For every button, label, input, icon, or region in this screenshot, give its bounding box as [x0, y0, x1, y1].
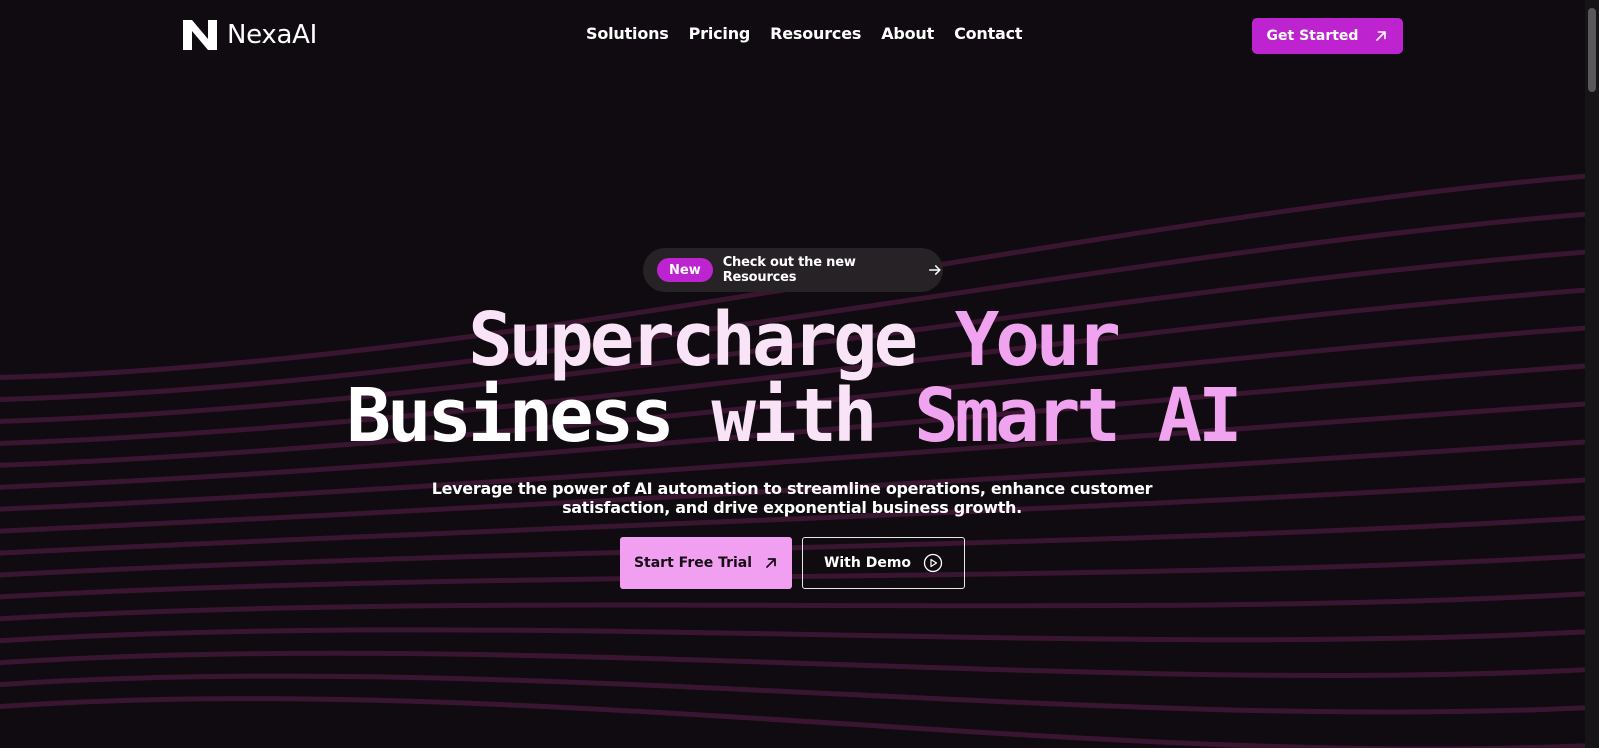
- hero-section: New Check out the new Resources Supercha…: [0, 0, 1585, 748]
- arrow-up-right-icon: [1376, 31, 1387, 41]
- arrow-right-icon: [929, 265, 942, 275]
- scrollbar-thumb[interactable]: [1588, 8, 1596, 92]
- get-started-label: Get Started: [1266, 28, 1359, 44]
- announcement-text: Check out the new Resources: [722, 255, 856, 285]
- nav-item-solutions[interactable]: Solutions: [586, 24, 669, 43]
- headline-word-with: with: [711, 373, 877, 459]
- scrollbar[interactable]: [1585, 0, 1599, 748]
- headline-word-supercharge: Supercharge: [468, 297, 918, 383]
- hero-subtitle: Leverage the power of AI automation to s…: [431, 479, 1153, 517]
- n-logo-icon: [183, 20, 217, 50]
- get-started-button[interactable]: Get Started: [1252, 18, 1403, 54]
- nav-item-resources[interactable]: Resources: [770, 24, 861, 43]
- watch-demo-label: With Demo: [823, 555, 912, 571]
- site-header: NexaAI Solutions Pricing Resources About…: [0, 0, 1585, 72]
- new-badge: New: [657, 258, 713, 282]
- arrow-up-right-icon: [766, 558, 776, 568]
- headline-word-smart-ai: Smart AI: [914, 373, 1242, 459]
- play-circle-icon: [923, 553, 943, 573]
- announcement-pill[interactable]: New Check out the new Resources: [643, 248, 943, 292]
- nav-item-contact[interactable]: Contact: [954, 24, 1023, 43]
- brand-name: NexaAI: [227, 20, 317, 50]
- watch-demo-button[interactable]: With Demo: [802, 537, 965, 589]
- headline-word-your: Your: [954, 297, 1121, 383]
- hero-headline: Supercharge Your Business with Smart AI: [0, 302, 1585, 454]
- main-nav: Solutions Pricing Resources About Contac…: [586, 24, 1023, 43]
- nav-item-pricing[interactable]: Pricing: [689, 24, 751, 43]
- start-free-trial-label: Start Free Trial: [633, 555, 753, 571]
- brand-logo[interactable]: NexaAI: [183, 18, 317, 52]
- start-free-trial-button[interactable]: Start Free Trial: [620, 537, 792, 589]
- nav-item-about[interactable]: About: [881, 24, 934, 43]
- headline-word-business: Business: [346, 373, 674, 459]
